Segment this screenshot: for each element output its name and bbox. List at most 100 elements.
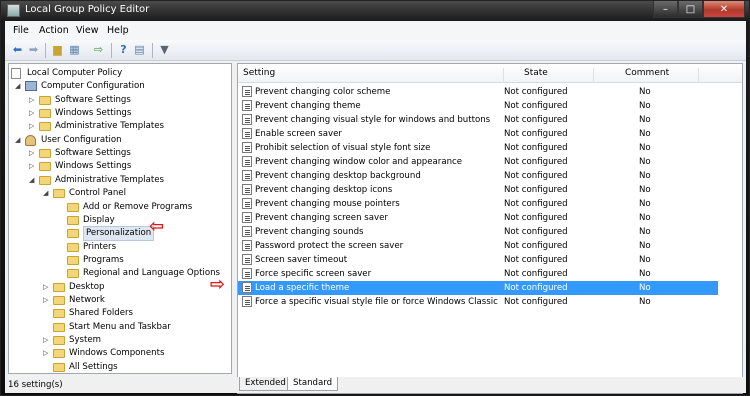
table-row[interactable]: Prevent changing desktop background Not c…	[238, 169, 718, 183]
expand-arrow-icon[interactable]: ▷	[43, 281, 51, 294]
computer-icon	[25, 81, 37, 92]
table-row[interactable]: Enable screen saver Not configured No	[238, 127, 718, 141]
toolbar-separator	[45, 43, 46, 58]
close-button[interactable]: ✕	[703, 1, 745, 18]
cell-state: Not configured	[504, 213, 568, 223]
table-row[interactable]: Password protect the screen saver Not con…	[238, 239, 718, 253]
expand-arrow-icon[interactable]: ▷	[29, 94, 37, 107]
policy-setting-icon	[242, 128, 252, 139]
export-list-icon[interactable]: ⇨	[91, 43, 106, 57]
expand-arrow-icon[interactable]: ▷	[29, 107, 37, 120]
column-header-setting[interactable]: Setting	[243, 68, 275, 78]
menu-help[interactable]: Help	[107, 25, 129, 36]
table-row[interactable]: Force specific screen saver Not configure…	[238, 267, 718, 281]
tree-node[interactable]: Add or Remove Programs	[9, 201, 229, 214]
title-bar[interactable]: Local Group Policy Editor – □ ✕	[1, 1, 750, 21]
cell-state: Not configured	[504, 185, 568, 195]
tree-node[interactable]: ▷ System	[9, 334, 229, 347]
settings-list[interactable]: Setting State Comment Prevent changing c…	[237, 63, 743, 394]
cell-setting: Load a specific theme	[255, 283, 350, 293]
minimize-button[interactable]: –	[653, 1, 678, 18]
cell-comment: No	[639, 269, 651, 279]
tree-node[interactable]: Display	[9, 214, 229, 227]
expand-arrow-icon[interactable]: ▷	[43, 334, 51, 347]
cell-state: Not configured	[504, 255, 568, 265]
menu-view[interactable]: View	[76, 25, 99, 36]
table-row[interactable]: Force a specific visual style file or fo…	[238, 295, 718, 309]
table-row[interactable]: Prohibit selection of visual style font …	[238, 141, 718, 155]
tree-node[interactable]: Printers	[9, 241, 229, 254]
cell-state: Not configured	[504, 269, 568, 279]
collapse-arrow-icon[interactable]: ◢	[15, 80, 23, 93]
table-row[interactable]: Prevent changing desktop icons Not config…	[238, 183, 718, 197]
cell-setting: Password protect the screen saver	[255, 241, 404, 251]
tree-node[interactable]: ◢ Computer Configuration	[9, 80, 229, 93]
tab-standard[interactable]: Standard	[287, 377, 339, 391]
tree-node[interactable]: ◢ Control Panel	[9, 187, 229, 200]
tree-node-label: Printers	[83, 241, 117, 252]
tab-extended[interactable]: Extended	[239, 377, 292, 391]
tree-node[interactable]: ▷ Software Settings	[9, 147, 229, 160]
tree-node[interactable]: Programs	[9, 254, 229, 267]
filter-icon[interactable]: ▼	[157, 43, 172, 57]
menu-file[interactable]: File	[13, 25, 29, 36]
folder-icon	[53, 349, 65, 359]
policy-setting-icon	[242, 226, 252, 237]
table-row[interactable]: Prevent changing theme Not configured No	[238, 99, 718, 113]
collapse-arrow-icon[interactable]: ◢	[43, 187, 51, 200]
expand-arrow-icon[interactable]: ▷	[43, 294, 51, 307]
tree-node[interactable]: All Settings	[9, 361, 229, 373]
tree-node[interactable]: Start Menu and Taskbar	[9, 321, 229, 334]
column-header-comment[interactable]: Comment	[625, 68, 669, 78]
table-row[interactable]: Prevent changing screen saver Not configu…	[238, 211, 718, 225]
folder-icon	[53, 322, 65, 332]
tree-node[interactable]: ◢ Administrative Templates	[9, 174, 229, 187]
tree-node[interactable]: ▷ Windows Components	[9, 347, 229, 360]
tree-node[interactable]: ▷ Windows Settings	[9, 107, 229, 120]
expand-arrow-icon[interactable]: ▷	[29, 147, 37, 160]
tree-node[interactable]: Regional and Language Options	[9, 267, 229, 280]
tree-node[interactable]: Shared Folders	[9, 307, 229, 320]
forward-icon[interactable]: ➡	[26, 43, 41, 57]
cell-state: Not configured	[504, 199, 568, 209]
help-icon[interactable]: ?	[116, 43, 131, 57]
table-row[interactable]: Prevent changing visual style for window…	[238, 113, 718, 127]
tree-node[interactable]: ◢ User Configuration	[9, 134, 229, 147]
toolbar-separator	[111, 43, 112, 58]
tree-node[interactable]: ▷ Network	[9, 294, 229, 307]
back-icon[interactable]: ⬅	[10, 43, 25, 57]
tree-node[interactable]: ▷ Administrative Templates	[9, 120, 229, 133]
collapse-arrow-icon[interactable]: ◢	[15, 134, 23, 147]
tree-node[interactable]: ▷ Windows Settings	[9, 160, 229, 173]
tree-node-label: Add or Remove Programs	[83, 201, 193, 212]
policy-setting-icon	[242, 142, 252, 153]
up-folder-icon[interactable]: ▆	[50, 43, 65, 57]
console-tree[interactable]: Local Computer Policy ◢ Computer Configura…	[8, 63, 232, 374]
tree-node[interactable]: ▷ Desktop	[9, 281, 229, 294]
tree-node[interactable]: Local Computer Policy	[9, 67, 229, 80]
policy-doc-icon	[11, 68, 21, 79]
folder-icon	[67, 242, 79, 252]
expand-arrow-icon[interactable]: ▷	[29, 160, 37, 173]
menu-action[interactable]: Action	[39, 25, 69, 36]
table-row[interactable]: Prevent changing window color and appear…	[238, 155, 718, 169]
table-row[interactable]: Prevent changing color scheme Not configu…	[238, 85, 718, 99]
show-hide-tree-icon[interactable]: ▦	[67, 43, 82, 57]
tree-node[interactable]: ▷ Software Settings	[9, 94, 229, 107]
expand-arrow-icon[interactable]: ▷	[29, 120, 37, 133]
column-header-state[interactable]: State	[524, 68, 548, 78]
toolbar-separator	[152, 43, 153, 58]
tree-node[interactable]: Personalization	[9, 226, 229, 242]
properties-icon[interactable]: ▤	[132, 43, 147, 57]
maximize-button[interactable]: □	[678, 1, 703, 18]
table-row[interactable]: Load a specific theme Not configured No	[238, 281, 718, 295]
expand-arrow-icon[interactable]: ▷	[43, 347, 51, 360]
table-row[interactable]: Screen saver timeout Not configured No	[238, 253, 718, 267]
table-row[interactable]: Prevent changing sounds Not configured No	[238, 225, 718, 239]
cell-state: Not configured	[504, 129, 568, 139]
collapse-arrow-icon[interactable]: ◢	[29, 174, 37, 187]
cell-comment: No	[639, 241, 651, 251]
cell-setting: Prevent changing screen saver	[255, 213, 388, 223]
tree-node-label: Computer Configuration	[41, 81, 145, 92]
table-row[interactable]: Prevent changing mouse pointers Not confi…	[238, 197, 718, 211]
